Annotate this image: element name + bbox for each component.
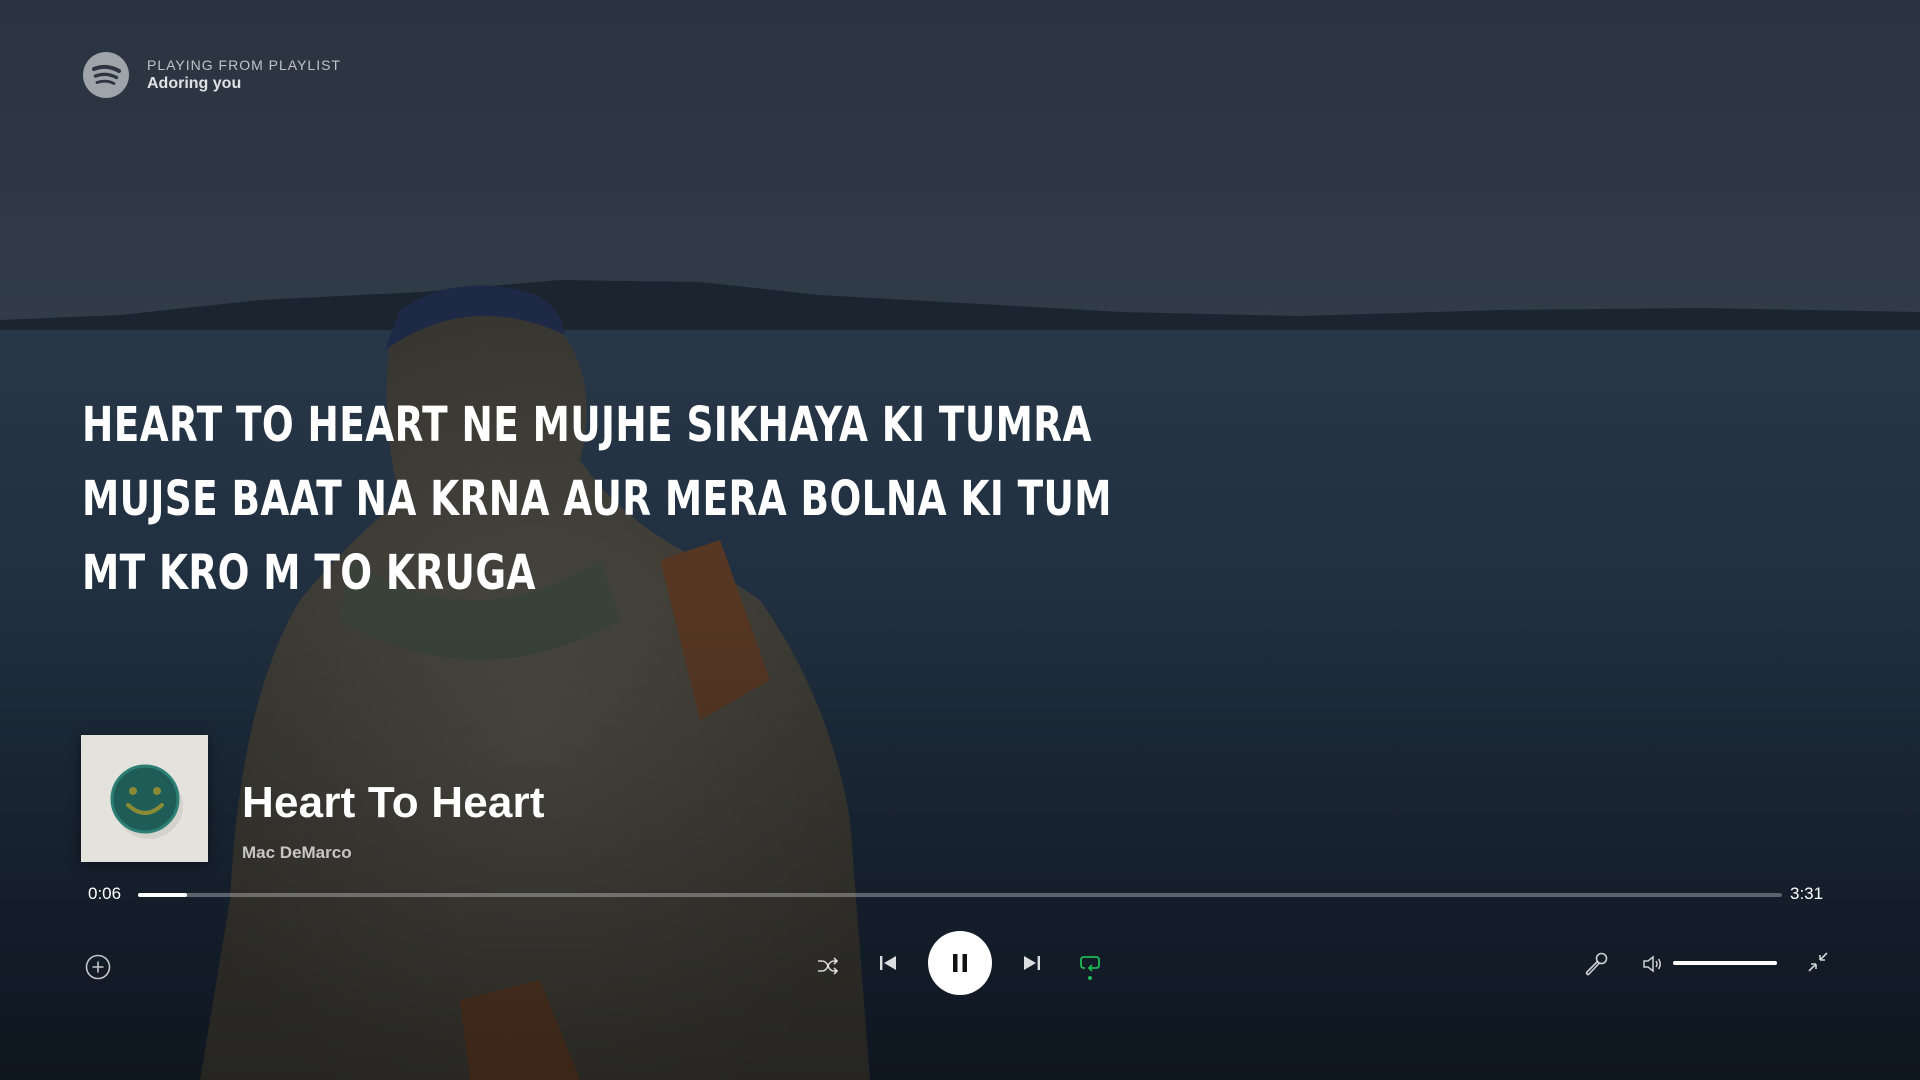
lyrics-button[interactable] <box>1579 947 1613 981</box>
skip-back-icon <box>880 956 896 970</box>
progress-bar[interactable] <box>138 893 1782 897</box>
volume-slider-fill <box>1673 961 1777 965</box>
repeat-active-indicator <box>1088 976 1092 980</box>
smiley-face-cover-art <box>81 735 208 862</box>
playlist-name-link[interactable]: Adoring you <box>147 74 341 94</box>
total-time: 3:31 <box>1790 884 1824 903</box>
lyric-line: HEART TO HEART NE MUJHE SIKHAYA KI TUMRA <box>82 397 1092 453</box>
artist-name-link[interactable]: Mac DeMarco <box>242 843 352 863</box>
progress-bar-fill <box>138 893 188 897</box>
context-label: PLAYING FROM PLAYLIST <box>147 57 341 73</box>
add-to-library-button[interactable] <box>82 951 114 983</box>
next-track-button[interactable] <box>1016 947 1048 979</box>
skip-forward-icon <box>1024 956 1040 970</box>
album-cover[interactable] <box>81 735 208 862</box>
exit-fullscreen-button[interactable] <box>1802 946 1834 978</box>
lyric-line: MUJSE BAAT NA KRNA AUR MERA BOLNA KI TUM <box>82 471 1112 527</box>
mute-button[interactable] <box>1638 949 1668 979</box>
playing-from-text: PLAYING FROM PLAYLIST Adoring you <box>147 56 341 94</box>
elapsed-time: 0:06 <box>88 884 122 903</box>
minimize-icon <box>1808 952 1828 972</box>
repeat-button[interactable] <box>1074 947 1106 979</box>
playing-from-header: PLAYING FROM PLAYLIST Adoring you <box>83 52 341 98</box>
pause-button[interactable] <box>928 931 992 995</box>
previous-track-button[interactable] <box>872 947 904 979</box>
plus-circle-icon <box>85 954 111 980</box>
repeat-icon <box>1080 956 1100 972</box>
volume-slider[interactable] <box>1673 961 1777 965</box>
spotify-logo-icon[interactable] <box>83 52 129 98</box>
lyrics-panel: HEART TO HEART NE MUJHE SIKHAYA KI TUMRA… <box>82 388 1112 610</box>
fullscreen-player: PLAYING FROM PLAYLIST Adoring you HEART … <box>0 0 1920 1080</box>
shuffle-button[interactable] <box>812 950 844 982</box>
pause-icon <box>953 954 967 972</box>
microphone-icon <box>1585 952 1608 976</box>
lyric-line: MT KRO M TO KRUGA <box>82 545 536 601</box>
speaker-icon <box>1643 955 1661 973</box>
track-title-link[interactable]: Heart To Heart <box>242 778 545 828</box>
shuffle-icon <box>818 957 839 975</box>
